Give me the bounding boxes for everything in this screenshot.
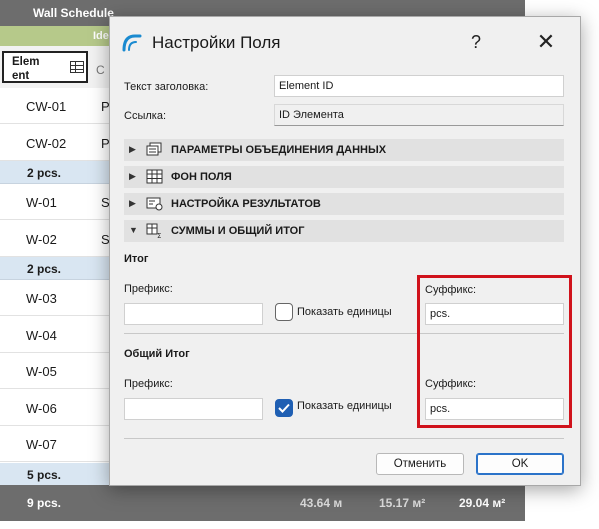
help-button[interactable]: ?: [462, 28, 490, 56]
column-header-c: C: [96, 63, 105, 77]
section-label: ПАРАМЕТРЫ ОБЪЕДИНЕНИЯ ДАННЫХ: [171, 144, 387, 156]
expand-arrow-icon: ▶: [129, 144, 136, 154]
reference-label: Ссылка:: [124, 110, 166, 122]
expand-arrow-icon: ▶: [129, 198, 136, 208]
section-merge-data[interactable]: ▶ ПАРАМЕТРЫ ОБЪЕДИНЕНИЯ ДАННЫХ: [124, 139, 564, 161]
element-id-cell: W-04: [26, 327, 57, 343]
ok-button[interactable]: OK: [476, 453, 564, 475]
header-text-input[interactable]: Element ID: [274, 75, 564, 97]
section-results-settings[interactable]: ▶ НАСТРОЙКА РЕЗУЛЬТАТОВ: [124, 193, 564, 215]
group-count: 5 pcs.: [27, 467, 62, 482]
element-id-cell: W-07: [26, 437, 57, 452]
subtotal-show-units-checkbox[interactable]: [275, 303, 293, 321]
grand-total-show-units-label: Показать единицы: [297, 400, 392, 412]
collapse-arrow-icon: ▼: [129, 225, 138, 235]
subheader-label: Ide: [93, 30, 109, 42]
total-area-2: 29.04 м²: [459, 496, 506, 510]
sum-total-icon: Σ: [146, 223, 161, 238]
subtotal-heading: Итог: [124, 253, 149, 265]
element-id-cell: CW-02: [26, 135, 67, 151]
suffix-highlight-box: [417, 275, 572, 428]
element-id-cell: W-02: [26, 231, 57, 247]
divider: [124, 438, 564, 439]
schedule-total-row: 9 pcs. 43.64 м 15.17 м² 29.04 м²: [0, 485, 525, 521]
element-id-cell: W-06: [26, 400, 57, 416]
total-area-1: 15.17 м²: [379, 496, 426, 510]
section-field-background[interactable]: ▶ ФОН ПОЛЯ: [124, 166, 564, 188]
total-count: 9 pcs.: [27, 496, 62, 510]
merge-data-icon: [146, 142, 162, 156]
grand-total-show-units-checkbox[interactable]: [275, 399, 293, 417]
svg-text:Σ: Σ: [157, 232, 161, 238]
expand-arrow-icon: ▶: [129, 171, 136, 181]
dialog-title: Настройки Поля: [152, 33, 281, 52]
section-label: НАСТРОЙКА РЕЗУЛЬТАТОВ: [171, 198, 321, 210]
results-settings-icon: [146, 197, 163, 211]
header-text-label: Текст заголовка:: [124, 81, 209, 93]
element-id-cell: CW-01: [26, 99, 67, 114]
grand-total-prefix-input[interactable]: [124, 398, 263, 420]
archicad-icon: [122, 34, 142, 52]
close-button[interactable]: ✕: [532, 28, 560, 56]
grid-background-icon: [146, 169, 163, 184]
subtotal-prefix-label: Префикс:: [124, 283, 173, 295]
element-id-cell: W-01: [26, 195, 57, 210]
total-length: 43.64 м: [300, 496, 343, 510]
reference-field: ID Элемента: [274, 104, 564, 126]
grand-total-heading: Общий Итог: [124, 348, 190, 360]
checkmark-icon: [278, 403, 290, 413]
field-settings-dialog: Настройки Поля ? ✕ Текст заголовка: Elem…: [109, 16, 581, 486]
element-id-cell: W-05: [26, 364, 57, 379]
dialog-titlebar[interactable]: Настройки Поля ? ✕: [110, 17, 580, 67]
section-sums-total[interactable]: ▼ Σ СУММЫ И ОБЩИЙ ИТОГ: [124, 220, 564, 242]
element-column-header[interactable]: Elem ent: [2, 51, 88, 83]
element-column-label: Elem ent: [12, 56, 40, 82]
subtotal-prefix-input[interactable]: [124, 303, 263, 325]
cancel-button[interactable]: Отменить: [376, 453, 464, 475]
section-label: ФОН ПОЛЯ: [171, 171, 232, 183]
element-id-cell: W-03: [26, 291, 57, 306]
grand-total-prefix-label: Префикс:: [124, 378, 173, 390]
group-count: 2 pcs.: [27, 262, 62, 276]
section-label: СУММЫ И ОБЩИЙ ИТОГ: [171, 225, 305, 237]
subtotal-show-units-label: Показать единицы: [297, 306, 392, 318]
group-count: 2 pcs.: [27, 166, 62, 180]
column-settings-icon[interactable]: [70, 61, 84, 73]
